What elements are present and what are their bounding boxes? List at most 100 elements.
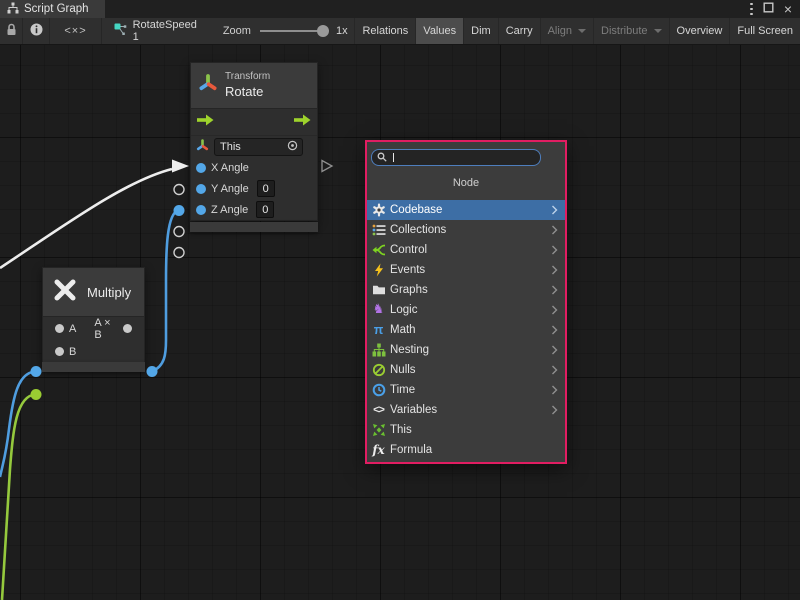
node-transform-rotate[interactable]: Transform Rotate This X Angle Y Angle 0 [190,62,318,221]
lightning-icon [371,263,386,277]
z-angle-input[interactable]: 0 [256,201,274,218]
chevron-right-icon [551,405,558,415]
knight-icon: ♞ [371,303,386,317]
chevron-right-icon [551,265,558,275]
chevron-right-icon [551,225,558,235]
finder-item-time[interactable]: Time [367,380,565,400]
hierarchy-icon [371,343,386,357]
brackets-icon: <> [371,403,386,417]
zoom-slider[interactable] [260,30,326,32]
graph-icon [7,2,19,17]
graph-reference[interactable]: RotateSpeed 1 [102,18,207,44]
port-row-a: A A × B [43,317,144,340]
toolbar-button-fullscreen[interactable]: Full Screen [729,18,800,44]
search-input[interactable] [371,149,541,166]
node-multiply[interactable]: Multiply A A × B B [42,267,145,364]
finder-item-codebase[interactable]: Codebase [367,200,565,220]
finder-item-label: Variables [390,404,437,416]
chevron-right-icon [551,365,558,375]
finder-item-nulls[interactable]: Nulls [367,360,565,380]
finder-item-variables[interactable]: <> Variables [367,400,565,420]
finder-item-label: Events [390,264,425,276]
transform-mini-icon [196,139,209,155]
port-row-y-angle: Y Angle 0 [191,178,317,199]
object-picker-icon[interactable] [287,140,298,154]
node-footer [190,222,318,232]
finder-item-graphs[interactable]: Graphs [367,280,565,300]
branch-icon [371,243,386,257]
clock-icon [371,383,386,397]
toolbar-button-align[interactable]: Align [540,18,593,44]
code-view-button[interactable]: <×> [50,18,101,44]
value-port-icon[interactable] [55,347,64,356]
finder-item-label: Math [390,324,416,336]
fuzzy-finder-popup: Node Codebase Collections Control Events Gra… [365,140,567,464]
zoom-level: 1x [336,25,348,37]
chevron-right-icon [551,205,558,215]
output-port-icon[interactable] [123,324,132,333]
finder-item-collections[interactable]: Collections [367,220,565,240]
chevron-right-icon [551,305,558,315]
chevron-right-icon [551,385,558,395]
value-port-icon[interactable] [55,324,64,333]
port-row-x-angle: X Angle [191,157,317,178]
finder-item-formula[interactable]: fx Formula [367,440,565,460]
self-icon [371,423,386,437]
finder-item-control[interactable]: Control [367,240,565,260]
info-icon [30,23,43,39]
flow-output-arrow-icon[interactable] [294,113,311,131]
graph-toolbar: <×> RotateSpeed 1 Zoom 1x Relations Valu… [0,18,800,45]
finder-item-logic[interactable]: ♞ Logic [367,300,565,320]
toolbar-button-carry[interactable]: Carry [498,18,540,44]
fx-icon: fx [371,443,386,457]
toolbar-button-relations[interactable]: Relations [354,18,415,44]
finder-item-label: This [390,424,412,436]
tab-title: Script Graph [24,3,89,15]
finder-item-label: Logic [390,304,418,316]
null-icon [371,363,386,377]
pi-icon: π [371,323,386,337]
maximize-icon[interactable] [763,0,774,18]
finder-item-label: Collections [390,224,446,236]
multiply-icon [52,277,78,308]
chevron-right-icon [551,345,558,355]
text-cursor [393,153,394,162]
port-row-b: B [43,340,144,363]
port-row-target: This [191,136,317,157]
finder-item-nesting[interactable]: Nesting [367,340,565,360]
finder-header: Node [367,177,565,190]
target-object-field[interactable]: This [214,138,303,156]
lock-button[interactable] [0,18,23,44]
window-menu-icon[interactable] [750,3,753,16]
chevron-right-icon [551,245,558,255]
value-port-icon[interactable] [196,205,206,215]
gear-icon [371,203,386,217]
info-button[interactable] [23,18,50,44]
close-icon[interactable]: × [784,2,792,16]
finder-item-label: Graphs [390,284,428,296]
search-icon [377,149,387,167]
finder-item-events[interactable]: Events [367,260,565,280]
toolbar-button-distribute[interactable]: Distribute [593,18,668,44]
finder-item-label: Control [390,244,427,256]
reference-label: RotateSpeed 1 [133,19,197,43]
toolbar-button-values[interactable]: Values [415,18,463,44]
finder-item-label: Nulls [390,364,416,376]
folder-icon [371,283,386,297]
zoom-slider-handle[interactable] [317,25,329,37]
value-port-icon[interactable] [196,163,206,173]
toolbar-button-overview[interactable]: Overview [669,18,730,44]
port-row-z-angle: Z Angle 0 [191,199,317,220]
flow-input-arrow-icon[interactable] [197,113,214,131]
y-angle-input[interactable]: 0 [257,180,275,197]
node-title: Rotate [225,84,270,100]
finder-item-this[interactable]: This [367,420,565,440]
finder-item-math[interactable]: π Math [367,320,565,340]
value-port-icon[interactable] [196,184,206,194]
toolbar-button-dim[interactable]: Dim [463,18,498,44]
node-title: Multiply [87,285,131,300]
finder-item-label: Formula [390,444,432,456]
tab-script-graph[interactable]: Script Graph [0,0,105,18]
zoom-control: Zoom 1x [223,18,348,44]
zoom-label: Zoom [223,25,251,37]
